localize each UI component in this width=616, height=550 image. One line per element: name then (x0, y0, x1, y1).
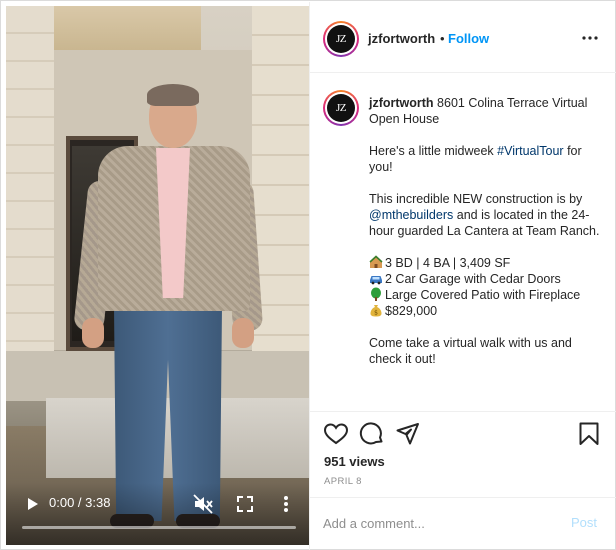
caption-paragraph-1: Here's a little midweek #VirtualTour for… (369, 143, 601, 175)
post-header: JZ jzfortworth • Follow (310, 2, 616, 73)
video-controls-overlay (6, 483, 309, 545)
mute-icon[interactable] (192, 493, 214, 515)
tree-icon (371, 287, 381, 301)
video-more-icon[interactable] (278, 493, 294, 515)
video-time: 0:00 / 3:38 (49, 495, 111, 510)
person-right-hand (232, 318, 254, 348)
caption-first-line: jzfortworth 8601 Colina Terrace Virtual … (369, 95, 601, 127)
caption-paragraph-2: This incredible NEW construction is by @… (369, 191, 601, 239)
post-container: 0:00 / 3:38 JZ jzfortworth • Follow JZ j… (0, 0, 616, 550)
fullscreen-icon[interactable] (234, 493, 256, 515)
caption-username[interactable]: jzfortworth (369, 96, 434, 110)
caption-avatar-logo: JZ (327, 94, 355, 122)
bullet-1-text: 3 BD | 4 BA | 3,409 SF (385, 256, 511, 270)
header-username[interactable]: jzfortworth (368, 31, 435, 46)
video-stone-wall-right (252, 6, 309, 401)
caption-p1-text: Here's a little midweek (369, 144, 498, 158)
caption-text: jzfortworth 8601 Colina Terrace Virtual … (369, 95, 601, 367)
bullet-4-text: $829,000 (385, 304, 438, 318)
video-stone-wall-left (6, 6, 54, 401)
avatar-logo: JZ (327, 25, 355, 53)
svg-text:$: $ (374, 310, 378, 317)
video-player[interactable]: 0:00 / 3:38 (6, 6, 309, 545)
caption-bullet-3: Large Covered Patio with Fireplace (369, 287, 601, 303)
caption-section: JZ jzfortworth 8601 Colina Terrace Virtu… (310, 73, 616, 411)
header-separator: • (440, 31, 445, 46)
heart-icon[interactable] (323, 421, 349, 447)
comment-input[interactable] (323, 512, 553, 534)
caption-bullet-4: $ $829,000 (369, 303, 601, 319)
caption-avatar[interactable]: JZ (323, 90, 359, 126)
post-button[interactable]: Post (571, 515, 597, 530)
view-count[interactable]: 951 views (324, 454, 385, 469)
caption-p2-text: This incredible NEW construction is by (369, 192, 583, 206)
caption-paragraph-4: Come take a virtual walk with us and che… (369, 336, 572, 366)
action-bar: 951 views APRIL 8 (310, 411, 616, 497)
mention-link[interactable]: @mthebuilders (369, 208, 453, 222)
play-icon[interactable] (23, 493, 43, 515)
post-side-panel: JZ jzfortworth • Follow JZ jzfortworth 8… (309, 2, 616, 550)
post-date[interactable]: APRIL 8 (324, 476, 362, 487)
house-icon (369, 255, 383, 268)
video-progress-bar[interactable] (22, 526, 296, 529)
caption-bullet-2: 2 Car Garage with Cedar Doors (369, 271, 601, 287)
caption-bullet-1: 3 BD | 4 BA | 3,409 SF (369, 255, 601, 271)
bookmark-icon[interactable] (576, 421, 602, 447)
comment-box: Post (310, 497, 616, 550)
video-ceiling (51, 6, 201, 50)
money-bag-icon: $ (370, 305, 382, 317)
bullet-3-text: Large Covered Patio with Fireplace (385, 288, 581, 302)
share-icon[interactable] (395, 421, 421, 447)
more-options-icon[interactable] (580, 30, 600, 46)
person-hair (147, 84, 199, 106)
hashtag-link[interactable]: #VirtualTour (497, 144, 563, 158)
comment-icon[interactable] (359, 421, 385, 447)
bullet-2-text: 2 Car Garage with Cedar Doors (385, 272, 561, 286)
person-left-hand (82, 318, 104, 348)
avatar[interactable]: JZ (323, 21, 359, 57)
car-icon (370, 276, 382, 285)
follow-button[interactable]: Follow (448, 31, 489, 46)
